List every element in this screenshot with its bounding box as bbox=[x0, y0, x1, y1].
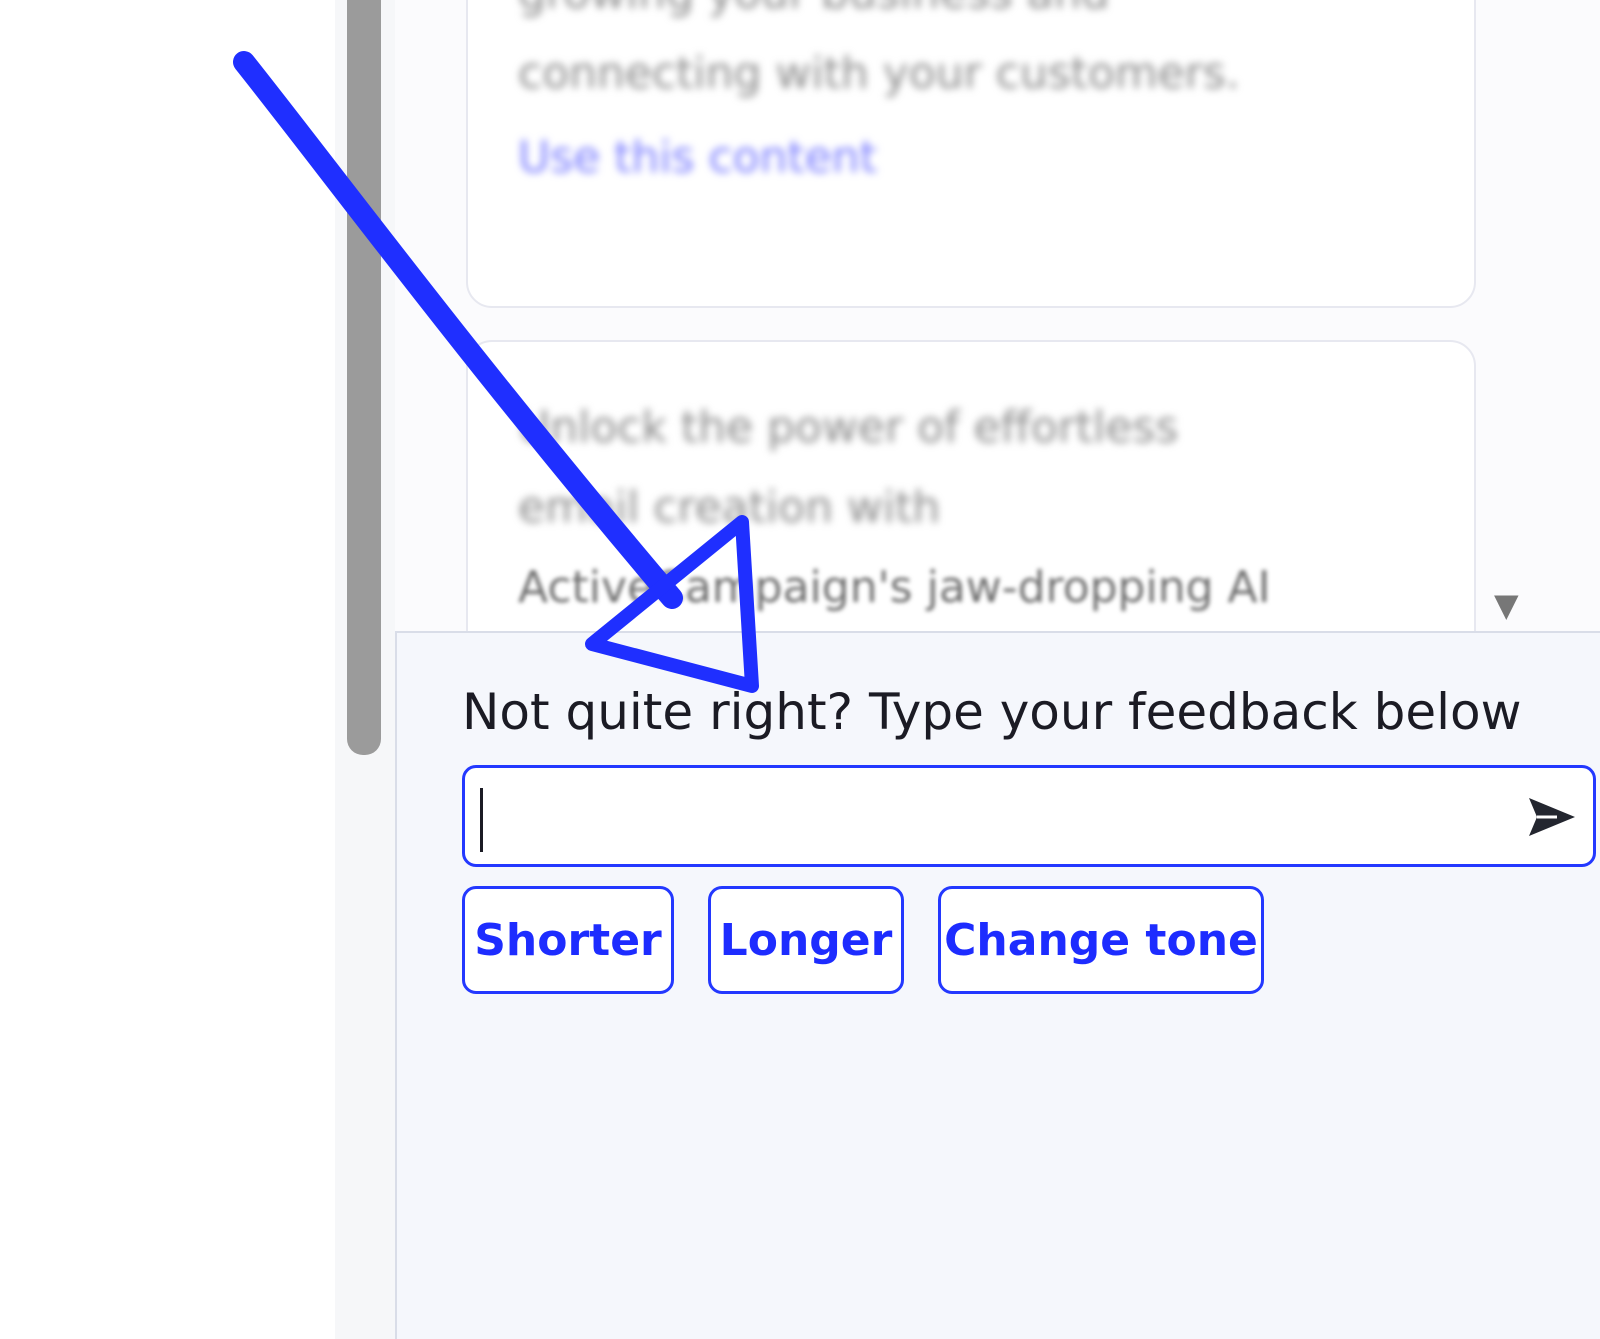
card2-line-1: Unlock the power of effortless bbox=[518, 402, 1179, 453]
suggestion-card-1: growing your business and connecting wit… bbox=[466, 0, 1476, 308]
card2-line-3: ActiveCampaign's jaw-dropping AI bbox=[518, 562, 1271, 613]
feedback-input-container[interactable] bbox=[462, 765, 1596, 867]
text-caret bbox=[480, 788, 483, 852]
longer-button[interactable]: Longer bbox=[708, 886, 904, 994]
card1-line-1: growing your business and bbox=[518, 0, 1424, 34]
change-tone-button[interactable]: Change tone bbox=[938, 886, 1264, 994]
scroll-down-icon[interactable]: ▼ bbox=[1494, 586, 1519, 624]
shorter-button[interactable]: Shorter bbox=[462, 886, 674, 994]
send-arrow-icon[interactable] bbox=[1527, 792, 1577, 842]
feedback-input[interactable] bbox=[479, 776, 1483, 858]
suggestion-card-2: Unlock the power of effortless email cre… bbox=[466, 340, 1476, 670]
card1-line-2: connecting with your customers. bbox=[518, 48, 1240, 99]
card2-line-2: email creation with bbox=[518, 482, 941, 533]
feedback-title: Not quite right? Type your feedback belo… bbox=[462, 683, 1522, 741]
scrollbar-thumb[interactable] bbox=[347, 0, 381, 755]
use-this-content-link[interactable]: Use this content bbox=[518, 132, 1424, 183]
